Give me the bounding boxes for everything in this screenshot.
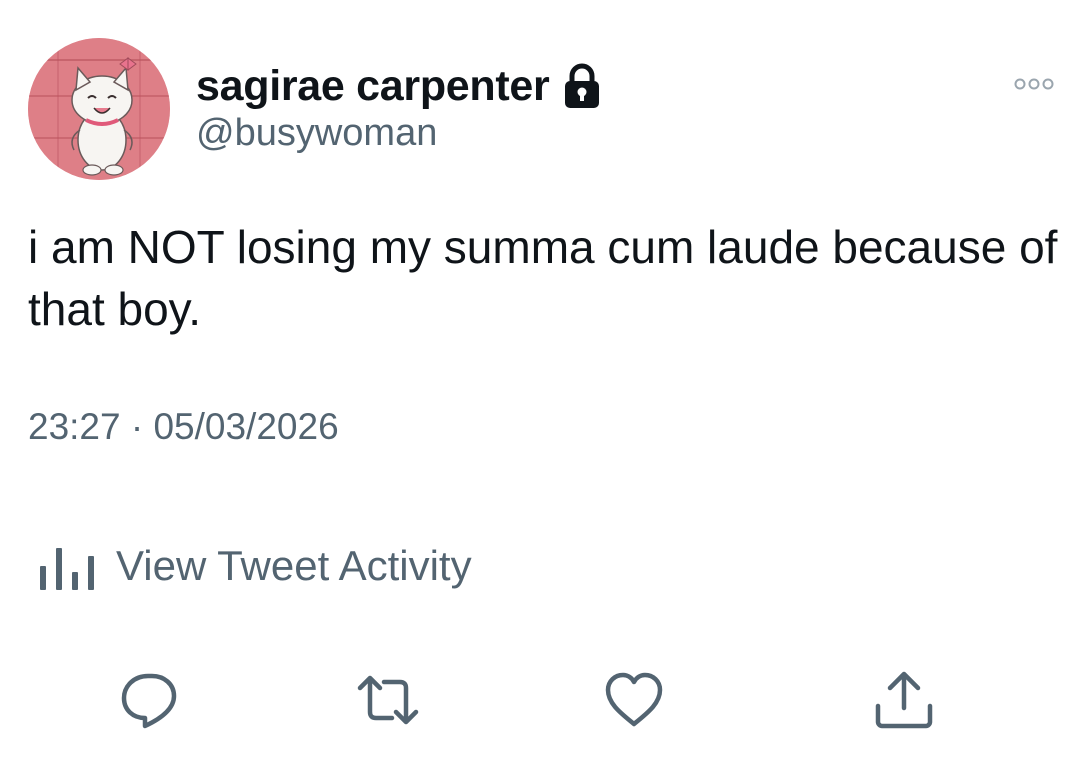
more-icon[interactable]	[1012, 72, 1056, 96]
retweet-icon	[357, 675, 419, 725]
display-name[interactable]: sagirae carpenter	[196, 62, 550, 111]
share-icon	[875, 671, 933, 729]
tweet-timestamp[interactable]: 23:27 · 05/03/2026	[28, 406, 339, 448]
avatar[interactable]	[28, 38, 170, 180]
author-name-row: sagirae carpenter	[196, 58, 601, 114]
view-tweet-activity-label: View Tweet Activity	[116, 542, 472, 589]
reply-button[interactable]	[118, 668, 182, 732]
tweet-actions	[0, 668, 1080, 732]
view-tweet-activity-link[interactable]: View Tweet Activity	[28, 536, 472, 596]
bar-chart-icon	[36, 540, 100, 592]
retweet-button[interactable]	[356, 668, 420, 732]
avatar-image	[28, 38, 170, 180]
lock-icon	[563, 63, 601, 109]
tweet-text: i am NOT losing my summa cum laude becau…	[28, 221, 1058, 335]
reply-icon	[121, 673, 177, 729]
heart-icon	[605, 672, 663, 727]
like-button[interactable]	[602, 668, 666, 732]
tweet-card: sagirae carpenter @busywoman i am NOT lo…	[0, 0, 1080, 780]
author-handle[interactable]: @busywoman	[196, 112, 437, 155]
share-button[interactable]	[872, 668, 936, 732]
